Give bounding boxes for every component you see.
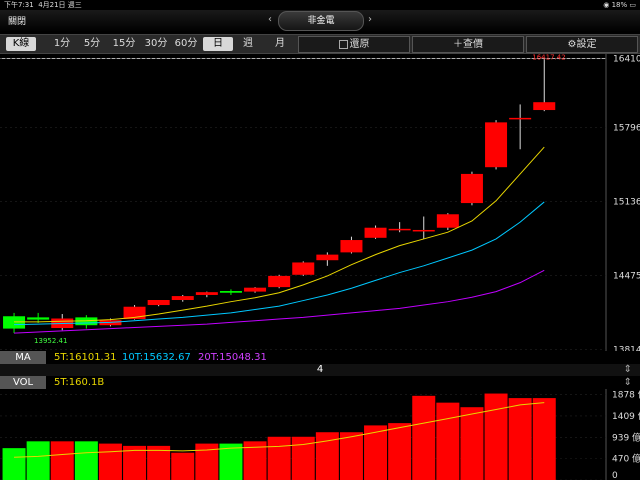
candle-body <box>171 296 194 301</box>
candle-body <box>485 122 508 168</box>
status-time-date: 下午7:31 4月21日 週三 <box>4 1 82 9</box>
lookup-button[interactable]: ＋查價 <box>412 36 524 53</box>
ma-label[interactable]: MA <box>0 351 46 364</box>
next-stock-icon[interactable]: › <box>368 14 372 25</box>
candle-body <box>436 214 459 228</box>
period-1min[interactable]: 1分 <box>50 35 74 53</box>
period-week[interactable]: 週 <box>236 35 260 53</box>
candle-body <box>195 292 218 295</box>
ma5-value: 5T:16101.31 <box>54 352 117 363</box>
volume-bar <box>2 448 26 480</box>
toolbar: K線 1分 5分 15分 30分 60分 日 週 月 還原 ＋查價 ⚙設定 <box>0 34 640 54</box>
candle-body <box>364 227 387 238</box>
volume-bar <box>26 441 50 480</box>
volume-tick-label: 1878 億 <box>612 389 640 401</box>
close-button[interactable]: 關閉 <box>8 14 26 27</box>
candle-body <box>219 291 242 293</box>
nav-bar: 關閉 ‹ 非金電 › <box>0 10 640 32</box>
vol-label[interactable]: VOL <box>0 376 46 389</box>
period-60min[interactable]: 60分 <box>172 35 200 53</box>
volume-bar <box>484 393 508 480</box>
candle-body <box>3 316 26 329</box>
status-bar: 下午7:31 4月21日 週三 ◉ 18% ▭ <box>0 0 640 10</box>
volume-chart[interactable]: 1878 億 1409 億 939 億 470 億 0 <box>0 389 640 480</box>
resize-handle-icon[interactable]: ⇕ <box>624 364 632 376</box>
volume-bar <box>412 395 436 480</box>
candle-body <box>340 240 363 253</box>
restore-toggle[interactable]: 還原 <box>298 36 410 53</box>
high-price-label: 16417.42 <box>532 54 565 62</box>
volume-bar <box>74 441 98 480</box>
candle-body <box>388 228 411 231</box>
status-battery: ◉ 18% ▭ <box>603 1 636 9</box>
checkbox-icon <box>338 39 348 49</box>
volume-bar <box>532 398 556 480</box>
candle-body <box>292 262 315 275</box>
volume-bar <box>339 432 363 480</box>
ma10-value: 10T:15632.67 <box>122 352 191 363</box>
volume-tick-label: 0 <box>612 471 618 480</box>
prev-stock-icon[interactable]: ‹ <box>268 14 272 25</box>
candle-body <box>27 317 50 320</box>
vol5-value: 5T:160.1B <box>54 377 105 388</box>
candle-body <box>244 287 267 292</box>
price-chart[interactable]: 16410.281579615136144751381416417.421395… <box>0 54 640 351</box>
candle-body <box>509 117 532 120</box>
volume-bar <box>508 398 532 480</box>
k-line-button[interactable]: K線 <box>6 37 36 51</box>
volume-bar <box>267 436 291 480</box>
volume-bar <box>436 402 460 480</box>
ma20-value: 20T:15048.31 <box>198 352 267 363</box>
candle-body <box>460 173 483 204</box>
vol-resize-icon[interactable]: ⇕ <box>624 376 632 389</box>
low-price-label: 13952.41 <box>34 337 67 345</box>
volume-bar <box>460 407 484 480</box>
settings-button[interactable]: ⚙設定 <box>526 36 638 53</box>
candle-body <box>533 102 556 111</box>
volume-tick-label: 1409 億 <box>612 410 640 422</box>
vol-legend: VOL 5T:160.1B ⇕ <box>0 376 640 389</box>
price-tick-label: 14475 <box>613 271 640 281</box>
period-day[interactable]: 日 <box>203 37 233 51</box>
ma5-line <box>14 146 545 323</box>
volume-bar <box>98 443 122 480</box>
price-tick-label: 15136 <box>613 197 640 207</box>
plus-icon: ＋ <box>453 39 463 50</box>
price-tick-label: 15796 <box>613 123 640 133</box>
restore-label: 還原 <box>349 39 370 50</box>
volume-bar <box>50 441 74 480</box>
price-tick-label: 16410.28 <box>613 54 640 64</box>
period-5min[interactable]: 5分 <box>80 35 104 53</box>
candle-body <box>147 300 170 306</box>
period-30min[interactable]: 30分 <box>142 35 170 53</box>
settings-label: 設定 <box>576 39 597 50</box>
volume-tick-label: 939 億 <box>612 431 640 443</box>
ma-legend: MA 5T:16101.31 10T:15632.67 20T:15048.31 <box>0 351 640 364</box>
period-month[interactable]: 月 <box>268 35 292 53</box>
panel-separator[interactable]: 4 ⇕ <box>0 364 640 376</box>
volume-bar <box>171 452 195 480</box>
separator-label: 4 <box>316 364 324 375</box>
period-15min[interactable]: 15分 <box>110 35 138 53</box>
lookup-label: 查價 <box>463 39 483 50</box>
stock-title[interactable]: 非金電 <box>278 11 364 31</box>
candle-body <box>316 254 339 261</box>
volume-tick-label: 470 億 <box>612 453 640 465</box>
candle-body <box>412 229 435 232</box>
candle-body <box>268 275 291 288</box>
ma10-line <box>14 201 545 326</box>
volume-bar <box>388 423 412 480</box>
